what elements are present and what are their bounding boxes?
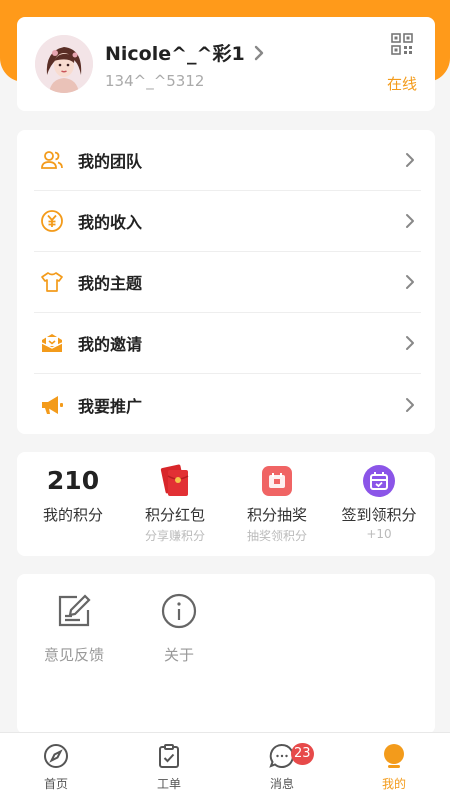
tab-tickets[interactable]: 工单 (113, 733, 225, 800)
tab-label: 首页 (43, 777, 68, 791)
username: Nicole^_^彩1 (105, 43, 245, 65)
checkin-calendar-icon (363, 465, 395, 497)
menu-item-income[interactable]: 我的收入 (34, 191, 421, 252)
user-icon (384, 744, 404, 768)
theme-shirt-icon (40, 270, 64, 294)
online-status: 在线 (386, 75, 417, 93)
feedback-icon (58, 594, 91, 627)
menu-item-label: 我的团队 (78, 152, 143, 171)
chevron-right-icon (406, 336, 414, 350)
tab-bar: 首页 工单 23 消息 我的 (0, 732, 450, 800)
menu-item-label: 我要推广 (78, 396, 143, 416)
lottery-icon (262, 466, 292, 496)
tab-label: 消息 (269, 777, 294, 791)
red-packet-icon (160, 464, 189, 496)
about-entry[interactable]: 关于 (139, 592, 219, 665)
feedback-entry[interactable]: 意见反馈 (34, 592, 114, 665)
chevron-right-icon (406, 214, 414, 228)
red-packet-entry[interactable]: 积分红包 分享赚积分 (123, 452, 227, 556)
profile-card[interactable]: Nicole^_^彩1 134^_^5312 在线 (17, 17, 435, 111)
checkin-label: 签到领积分 (341, 506, 417, 524)
tab-label: 工单 (156, 777, 181, 791)
megaphone-icon (40, 393, 64, 417)
menu-item-invite[interactable]: 我的邀请 (34, 313, 421, 374)
tab-mine[interactable]: 我的 (338, 733, 450, 800)
chevron-right-icon (406, 275, 414, 289)
message-count-badge: 23 (291, 743, 314, 765)
menu-item-label: 我的主题 (78, 274, 143, 293)
tools-card: 意见反馈 关于 (17, 574, 435, 734)
lottery-entry[interactable]: 积分抽奖 抽奖领积分 (225, 452, 329, 556)
menu-item-team[interactable]: 我的团队 (34, 130, 421, 191)
avatar[interactable] (35, 35, 93, 93)
info-icon (161, 593, 197, 629)
menu-item-theme[interactable]: 我的主题 (34, 252, 421, 313)
menu-item-label: 我的收入 (78, 213, 143, 232)
invite-envelope-icon (40, 331, 64, 355)
chevron-right-icon (406, 397, 414, 412)
menu-card: 我的团队 我的收入 我的主题 我的邀请 我要推广 (17, 130, 435, 434)
my-points[interactable]: 210 我的积分 (21, 452, 125, 556)
feedback-label: 意见反馈 (43, 646, 104, 664)
compass-icon (44, 744, 68, 768)
tab-home[interactable]: 首页 (0, 733, 112, 800)
checkin-entry[interactable]: 签到领积分 +10 (327, 452, 431, 556)
chevron-right-icon[interactable] (253, 45, 265, 61)
menu-item-label: 我的邀请 (78, 335, 143, 354)
menu-item-promote[interactable]: 我要推广 (34, 374, 421, 435)
tab-label: 我的 (381, 777, 406, 791)
clipboard-icon (159, 744, 179, 768)
tab-messages[interactable]: 23 消息 (226, 733, 338, 800)
income-icon (40, 209, 64, 233)
points-card: 210 我的积分 积分红包 分享赚积分 积分抽奖 抽奖领积分 签到领积分 +10 (17, 452, 435, 556)
qr-code-icon[interactable] (391, 33, 413, 55)
points-value: 210 (46, 466, 100, 495)
phone-number: 134^_^5312 (105, 72, 205, 90)
checkin-sub: +10 (366, 527, 392, 541)
chevron-right-icon (406, 153, 414, 167)
team-icon (40, 148, 64, 172)
about-label: 关于 (163, 646, 194, 664)
